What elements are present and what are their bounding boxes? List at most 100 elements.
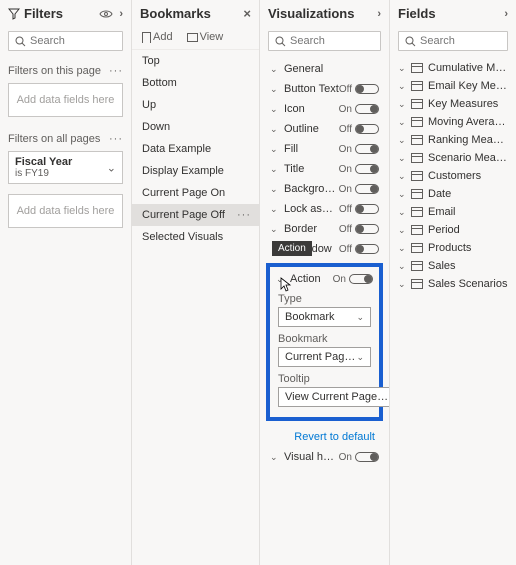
field-table-row[interactable]: ⌄ Cumulative Meas… <box>390 59 516 77</box>
bookmark-item[interactable]: Display Example <box>132 160 259 182</box>
table-icon <box>411 81 423 91</box>
chevron-down-icon: ⌄ <box>398 117 406 128</box>
toggle[interactable]: On <box>339 184 379 195</box>
chevron-down-icon: ⌄ <box>398 171 406 182</box>
toggle[interactable]: Off <box>339 124 379 135</box>
eye-icon[interactable] <box>99 9 113 19</box>
field-table-row[interactable]: ⌄Sales <box>390 257 516 275</box>
toggle[interactable]: Off <box>339 84 379 95</box>
chevron-down-icon[interactable]: ⌄ <box>270 452 280 463</box>
fields-search-input[interactable] <box>420 35 516 47</box>
filters-this-page-well[interactable]: Add data fields here <box>8 83 123 117</box>
revert-to-default-link[interactable]: Revert to default <box>260 423 389 447</box>
field-table-label: Key Measures <box>428 98 508 110</box>
chevron-down-icon: ⌄ <box>398 261 406 272</box>
toggle[interactable]: Off <box>339 224 379 235</box>
bookmark-view-button[interactable]: View <box>187 31 224 43</box>
format-row-label[interactable]: Button Text <box>284 83 339 95</box>
chevron-down-icon[interactable]: ⌄ <box>270 164 280 175</box>
bookmark-item[interactable]: Current Page Off <box>132 204 259 226</box>
bookmark-item[interactable]: Selected Visuals <box>132 226 259 248</box>
action-tooltip-input[interactable]: View Current Page… <box>278 387 389 407</box>
field-table-row[interactable]: ⌄Products <box>390 239 516 257</box>
chevron-down-icon[interactable]: ⌄ <box>270 204 280 215</box>
format-row-label[interactable]: Lock aspe… <box>284 203 339 215</box>
action-type-select[interactable]: Bookmark⌄ <box>278 307 371 327</box>
field-table-label: Cumulative Meas… <box>428 62 508 74</box>
chevron-right-icon[interactable]: › <box>377 8 381 20</box>
field-table-label: Moving Averages <box>428 116 508 128</box>
filters-this-page-label: Filters on this page··· <box>0 59 131 79</box>
chevron-down-icon[interactable]: ⌄ <box>270 184 280 195</box>
chevron-down-icon[interactable]: ⌄ <box>270 144 280 155</box>
field-table-row[interactable]: ⌄Ranking Measures <box>390 131 516 149</box>
toggle[interactable]: Off <box>339 204 379 215</box>
action-bookmark-select[interactable]: Current Page On⌄ <box>278 347 371 367</box>
field-table-label: Ranking Measures <box>428 134 508 146</box>
toggle[interactable]: On <box>339 144 379 155</box>
viz-search[interactable] <box>268 31 381 51</box>
table-icon <box>411 99 423 109</box>
chevron-down-icon: ⌄ <box>398 63 406 74</box>
chevron-down-icon: ⌄ <box>398 207 406 218</box>
toggle-action[interactable]: On <box>333 274 373 285</box>
field-table-row[interactable]: ⌄Email <box>390 203 516 221</box>
filters-search[interactable] <box>8 31 123 51</box>
field-table-row[interactable]: ⌄Scenario Measures <box>390 149 516 167</box>
chevron-down-icon[interactable]: ⌄ <box>270 224 280 235</box>
action-section-highlight: ⌄ Action On Type Bookmark⌄ Bookmark Curr… <box>266 263 383 421</box>
filter-card-fiscal-year[interactable]: Fiscal Year is FY19 ⌄ <box>8 151 123 184</box>
format-row-label[interactable]: Border <box>284 223 339 235</box>
chevron-right-icon[interactable]: › <box>119 8 123 20</box>
format-row-label[interactable]: General <box>284 63 379 75</box>
format-row-label[interactable]: Backgrou… <box>284 183 339 195</box>
chevron-down-icon[interactable]: ⌄ <box>270 124 280 135</box>
field-table-row[interactable]: ⌄Period <box>390 221 516 239</box>
chevron-down-icon: ⌄ <box>356 312 364 323</box>
field-table-row[interactable]: ⌄ Sales Scenarios <box>390 275 516 293</box>
format-row-label[interactable]: Icon <box>284 103 339 115</box>
table-icon <box>411 207 423 217</box>
field-table-row[interactable]: ⌄Email Key Measur… <box>390 77 516 95</box>
chevron-down-icon: ⌄ <box>398 279 406 290</box>
format-row-label[interactable]: Outline <box>284 123 339 135</box>
toggle[interactable]: On <box>339 164 379 175</box>
format-row-visual-header[interactable]: Visual he… <box>284 451 339 463</box>
field-table-row[interactable]: ⌄Date <box>390 185 516 203</box>
format-row-label[interactable]: Fill <box>284 143 339 155</box>
filters-all-pages-well[interactable]: Add data fields here <box>8 194 123 228</box>
format-row-action[interactable]: Action <box>290 273 333 285</box>
filter-icon <box>8 8 20 20</box>
bookmark-item[interactable]: Data Example <box>132 138 259 160</box>
bookmark-item[interactable]: Down <box>132 116 259 138</box>
search-icon <box>15 36 26 47</box>
table-icon <box>411 63 423 73</box>
field-table-label: Customers <box>428 170 508 182</box>
chevron-down-icon: ⌄ <box>398 243 406 254</box>
viz-search-input[interactable] <box>290 35 432 47</box>
field-table-row[interactable]: ⌄ Moving Averages <box>390 113 516 131</box>
bookmark-item[interactable]: Up <box>132 94 259 116</box>
table-icon <box>411 117 423 127</box>
chevron-down-icon[interactable]: ⌄ <box>270 84 280 95</box>
toggle-shadow[interactable]: Off <box>339 244 379 255</box>
chevron-down-icon[interactable]: ⌄ <box>270 64 280 75</box>
bookmark-item[interactable]: Bottom <box>132 72 259 94</box>
fields-title: Fields <box>398 6 498 21</box>
bookmark-add-button[interactable]: Add <box>142 31 173 43</box>
toggle[interactable]: On <box>339 104 379 115</box>
bookmark-item[interactable]: Current Page On <box>132 182 259 204</box>
field-table-row[interactable]: ⌄ Customers <box>390 167 516 185</box>
close-icon[interactable]: × <box>243 6 251 21</box>
bookmark-item[interactable]: Top <box>132 50 259 72</box>
format-row-label[interactable]: Title <box>284 163 339 175</box>
table-icon <box>411 279 423 289</box>
toggle-visual-header[interactable]: On <box>339 452 379 463</box>
field-table-label: Sales Scenarios <box>428 278 508 290</box>
search-icon <box>275 36 286 47</box>
action-bookmark-label: Bookmark <box>278 333 371 345</box>
field-table-row[interactable]: ⌄Key Measures <box>390 95 516 113</box>
chevron-right-icon[interactable]: › <box>504 8 508 20</box>
chevron-down-icon: ⌄ <box>398 153 406 164</box>
chevron-down-icon[interactable]: ⌄ <box>270 104 280 115</box>
